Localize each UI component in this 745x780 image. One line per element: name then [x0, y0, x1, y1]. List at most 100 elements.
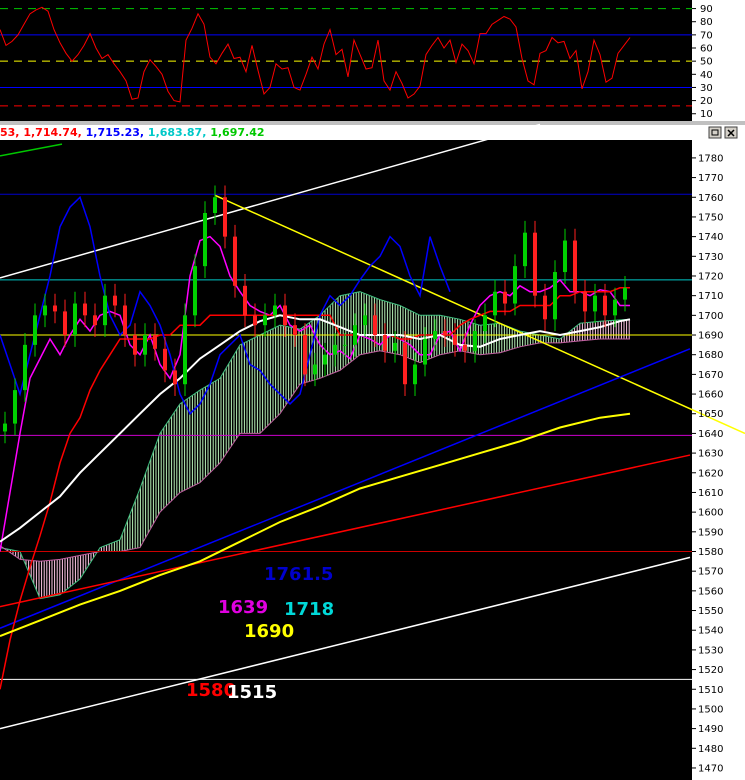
osc-tick-label-90: 90: [700, 4, 713, 15]
osc-tick-label-50: 50: [700, 57, 713, 68]
candle-body: [273, 305, 277, 316]
price-tick-label-1640: 1640: [698, 429, 723, 440]
price-tick-label-1510: 1510: [698, 685, 723, 696]
candle-body: [183, 315, 187, 385]
candle-body: [523, 232, 527, 267]
candle-body: [53, 305, 57, 312]
price-tick-label-1690: 1690: [698, 331, 723, 342]
price-tick-label-1550: 1550: [698, 606, 723, 617]
candle-body: [113, 295, 117, 306]
candle-body: [83, 303, 87, 316]
candle-body: [563, 240, 567, 273]
restore-button[interactable]: [708, 126, 722, 139]
candle-body: [3, 423, 7, 432]
price-tick-label-1530: 1530: [698, 645, 723, 656]
candle-body: [403, 342, 407, 385]
close-button[interactable]: [724, 126, 738, 139]
candle-body: [193, 266, 197, 316]
candle-body: [573, 240, 577, 292]
candle-body: [243, 285, 247, 316]
osc-tick-label-40: 40: [700, 70, 713, 81]
price-tick-label-1610: 1610: [698, 488, 723, 499]
annotation-1718: 1718: [284, 599, 334, 620]
osc-tick-label-70: 70: [700, 30, 713, 41]
price-tick-label-1700: 1700: [698, 311, 723, 322]
oscillator-panel: 90 80 70 60 50 40 30 20 10: [0, 0, 745, 121]
annotation-1515: 1515: [227, 682, 277, 703]
candle-body: [133, 335, 137, 355]
candle-body: [473, 331, 477, 351]
price-tick-label-1770: 1770: [698, 173, 723, 184]
price-tick-label-1560: 1560: [698, 586, 723, 597]
osc-tick-label-30: 30: [700, 83, 713, 94]
candle-body: [463, 344, 467, 351]
candle-body: [123, 305, 127, 336]
candle-body: [433, 331, 437, 339]
candle-body: [23, 344, 27, 391]
panel-divider: [0, 121, 745, 125]
candle-body: [443, 331, 447, 336]
annotation-1761-5: 1761.5: [264, 564, 333, 585]
candle-body: [103, 295, 107, 326]
price-tick-label-1500: 1500: [698, 704, 723, 715]
candle-body: [373, 315, 377, 336]
candle-body: [323, 354, 327, 365]
candle-body: [33, 315, 37, 345]
annotation-1639: 1639: [218, 597, 268, 618]
price-tick-label-1740: 1740: [698, 232, 723, 243]
candle-body: [493, 291, 497, 316]
candle-body: [393, 342, 397, 351]
candle-body: [613, 299, 617, 316]
price-tick-label-1570: 1570: [698, 567, 723, 578]
candle-body: [453, 335, 457, 345]
candle-body: [253, 315, 257, 326]
osc-tick-label-20: 20: [700, 96, 713, 107]
price-panel-header: 53, 1,714.74, 1,715.23, 1,683.87, 1,697.…: [0, 121, 745, 140]
osc-tick-label-10: 10: [700, 109, 713, 120]
candle-body: [293, 325, 297, 336]
candle-body: [423, 338, 427, 365]
price-tick-label-1620: 1620: [698, 468, 723, 479]
price-tick-label-1680: 1680: [698, 350, 723, 361]
candle-body: [43, 305, 47, 316]
candle-body: [413, 364, 417, 385]
header-value-4: 1,697.42: [210, 126, 264, 139]
price-plot-bg: [0, 140, 692, 780]
price-panel: 1780 1770 1760 1750 1740 1730 1720 1710 1700 1690…: [0, 123, 745, 780]
candle-body: [163, 348, 167, 371]
annotation-1690: 1690: [244, 621, 294, 642]
candle-body: [263, 315, 267, 326]
candle-body: [63, 311, 67, 336]
candle-body: [143, 335, 147, 355]
candle-body: [233, 236, 237, 286]
price-tick-label-1670: 1670: [698, 370, 723, 381]
candle-body: [303, 335, 307, 375]
candle-body: [543, 295, 547, 320]
chart-root: 90 80 70 60 50 40 30 20 10 53, 1,714.74, 1,715.2…: [0, 0, 745, 780]
price-tick-label-1730: 1730: [698, 252, 723, 263]
price-tick-label-1540: 1540: [698, 626, 723, 637]
candle-body: [533, 232, 537, 296]
candle-body: [603, 295, 607, 316]
candle-body: [553, 272, 557, 320]
price-tick-label-1650: 1650: [698, 409, 723, 420]
price-tick-label-1660: 1660: [698, 390, 723, 401]
candle-body: [343, 344, 347, 346]
candle-body: [593, 295, 597, 312]
osc-tick-label-80: 80: [700, 17, 713, 28]
candle-body: [73, 303, 77, 336]
price-tick-label-1480: 1480: [698, 744, 723, 755]
header-value-2: 1,715.23,: [86, 126, 148, 139]
price-tick-label-1750: 1750: [698, 212, 723, 223]
price-tick-label-1590: 1590: [698, 527, 723, 538]
candle-body: [623, 287, 627, 300]
price-tick-label-1580: 1580: [698, 547, 723, 558]
price-tick-label-1520: 1520: [698, 665, 723, 676]
candle-body: [363, 315, 367, 326]
price-tick-label-1760: 1760: [698, 193, 723, 204]
price-tick-label-1470: 1470: [698, 763, 723, 774]
candle-body: [213, 197, 217, 214]
candle-body: [93, 315, 97, 326]
price-tick-label-1600: 1600: [698, 508, 723, 519]
price-tick-label-1490: 1490: [698, 724, 723, 735]
